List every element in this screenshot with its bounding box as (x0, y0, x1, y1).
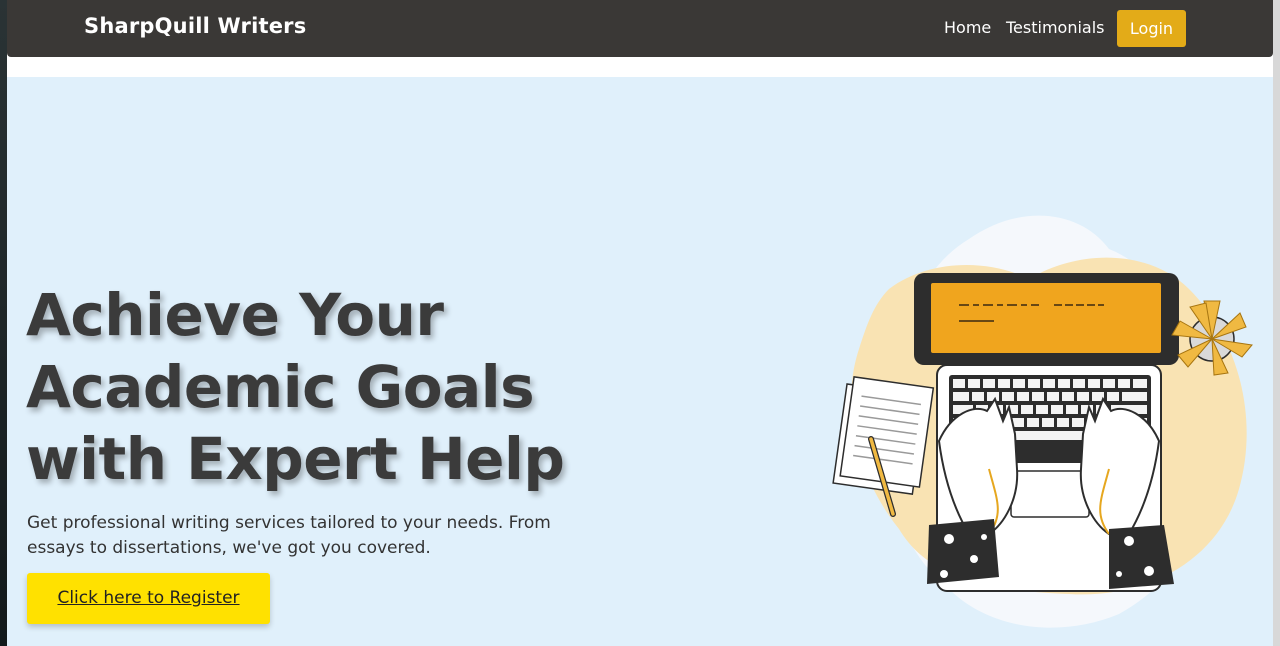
left-sleeve (927, 519, 999, 584)
trackpad (1010, 470, 1090, 518)
scrollbar-track[interactable] (1273, 0, 1280, 646)
person-typing-on-laptop-illustration (832, 215, 1253, 628)
brand-logo-text[interactable]: SharpQuill Writers (84, 14, 306, 38)
laptop-screen (931, 283, 1161, 353)
hero-headline-line-1: Achieve Your (26, 281, 444, 349)
nav-link-home[interactable]: Home (944, 18, 991, 37)
login-button[interactable]: Login (1117, 10, 1186, 47)
navbar: SharpQuill Writers Home Testimonials Log… (7, 0, 1273, 57)
right-sleeve (1109, 525, 1174, 589)
hero-subtext: Get professional writing services tailor… (27, 513, 551, 558)
nav-link-testimonials[interactable]: Testimonials (1006, 18, 1105, 37)
hero-headline-line-2: Academic Goals (26, 353, 535, 421)
register-button[interactable]: Click here to Register (27, 573, 270, 624)
background-window-edge (0, 0, 7, 646)
hero-headline: Achieve Your Academic Goals with Expert … (26, 279, 646, 495)
hero-headline-line-3: with Expert Help (26, 425, 565, 493)
hero-section: Achieve Your Academic Goals with Expert … (7, 77, 1273, 646)
web-page: SharpQuill Writers Home Testimonials Log… (7, 0, 1273, 646)
